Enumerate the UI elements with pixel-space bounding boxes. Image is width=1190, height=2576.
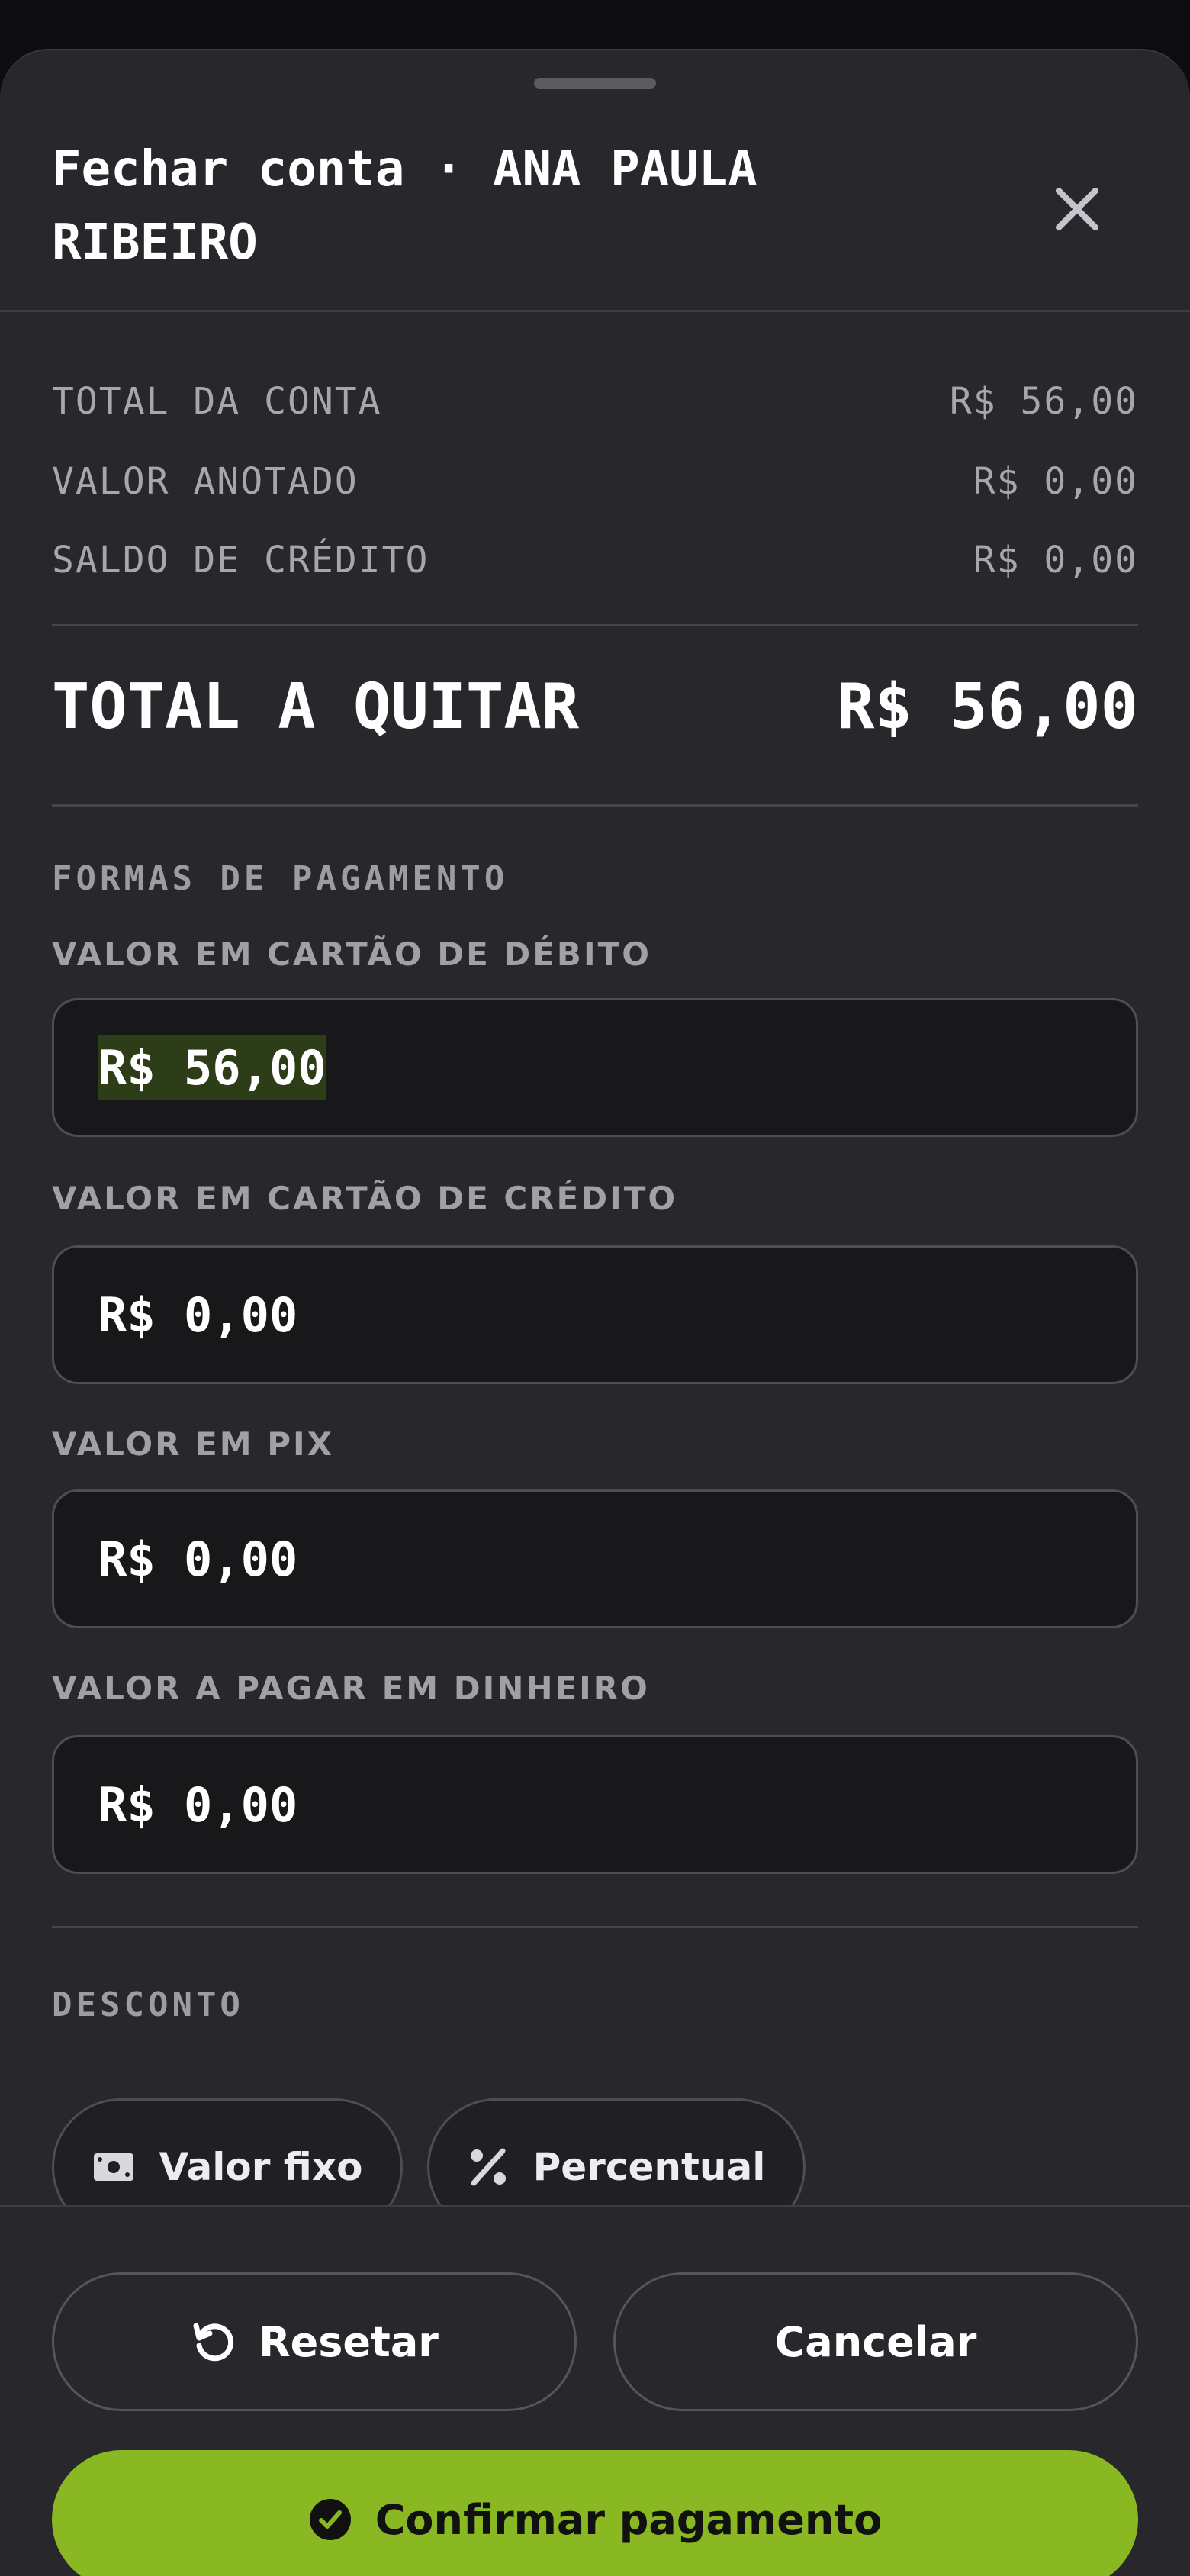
cash-icon <box>93 2153 133 2181</box>
discount-section-label: DESCONTO <box>52 1985 244 2024</box>
cancel-button[interactable]: Cancelar <box>613 2272 1138 2411</box>
check-circle-icon <box>309 2499 351 2540</box>
pix-value: R$ 0,00 <box>98 1531 298 1587</box>
discount-fixed-label: Valor fixo <box>159 2145 363 2189</box>
summary-value: R$ 0,00 <box>973 460 1138 503</box>
summary-label: TOTAL DA CONTA <box>52 380 382 423</box>
percent-icon <box>470 2148 506 2186</box>
credit-label: VALOR EM CARTÃO DE CRÉDITO <box>52 1180 678 1217</box>
total-label: TOTAL A QUITAR <box>52 670 580 743</box>
cash-value: R$ 0,00 <box>98 1776 298 1833</box>
debit-input[interactable]: R$ 56,00 <box>52 998 1138 1137</box>
pix-input[interactable]: R$ 0,00 <box>52 1489 1138 1628</box>
sheet-footer: Resetar Cancelar Confirmar pagamento <box>0 2205 1190 2576</box>
pix-label: VALOR EM PIX <box>52 1425 334 1463</box>
cash-input[interactable]: R$ 0,00 <box>52 1735 1138 1874</box>
discount-percent-label: Percentual <box>532 2145 766 2189</box>
confirm-label: Confirmar pagamento <box>375 2495 883 2544</box>
divider <box>52 624 1138 626</box>
reset-label: Resetar <box>259 2317 439 2366</box>
reset-button[interactable]: Resetar <box>52 2272 577 2411</box>
debit-value: R$ 56,00 <box>98 1035 326 1100</box>
total-to-pay: TOTAL A QUITAR R$ 56,00 <box>52 661 1138 752</box>
debit-label: VALOR EM CARTÃO DE DÉBITO <box>52 935 651 973</box>
sheet-title: Fechar conta · ANA PAULA RIBEIRO <box>52 141 757 271</box>
summary-label: VALOR ANOTADO <box>52 460 359 503</box>
credit-input[interactable]: R$ 0,00 <box>52 1245 1138 1384</box>
summary-value: R$ 56,00 <box>949 380 1138 423</box>
divider <box>52 1926 1138 1928</box>
confirm-payment-button[interactable]: Confirmar pagamento <box>52 2450 1138 2576</box>
cancel-label: Cancelar <box>774 2317 977 2366</box>
close-icon <box>1056 188 1098 230</box>
cash-label: VALOR A PAGAR EM DINHEIRO <box>52 1670 650 1707</box>
summary-valor-anotado: VALOR ANOTADO R$ 0,00 <box>52 455 1138 508</box>
divider <box>52 804 1138 807</box>
close-button[interactable] <box>1040 172 1114 246</box>
sheet-header: Fechar conta · ANA PAULA RIBEIRO <box>0 50 1190 312</box>
summary-saldo-credito: SALDO DE CRÉDITO R$ 0,00 <box>52 533 1138 587</box>
summary-total-conta: TOTAL DA CONTA R$ 56,00 <box>52 375 1138 428</box>
close-account-sheet: Fechar conta · ANA PAULA RIBEIRO TOTAL D… <box>0 49 1190 2576</box>
reset-icon <box>193 2323 234 2362</box>
credit-value: R$ 0,00 <box>98 1286 298 1343</box>
summary-label: SALDO DE CRÉDITO <box>52 539 429 581</box>
payment-section-label: FORMAS DE PAGAMENTO <box>52 859 509 898</box>
total-value: R$ 56,00 <box>837 670 1138 743</box>
summary-value: R$ 0,00 <box>973 539 1138 581</box>
